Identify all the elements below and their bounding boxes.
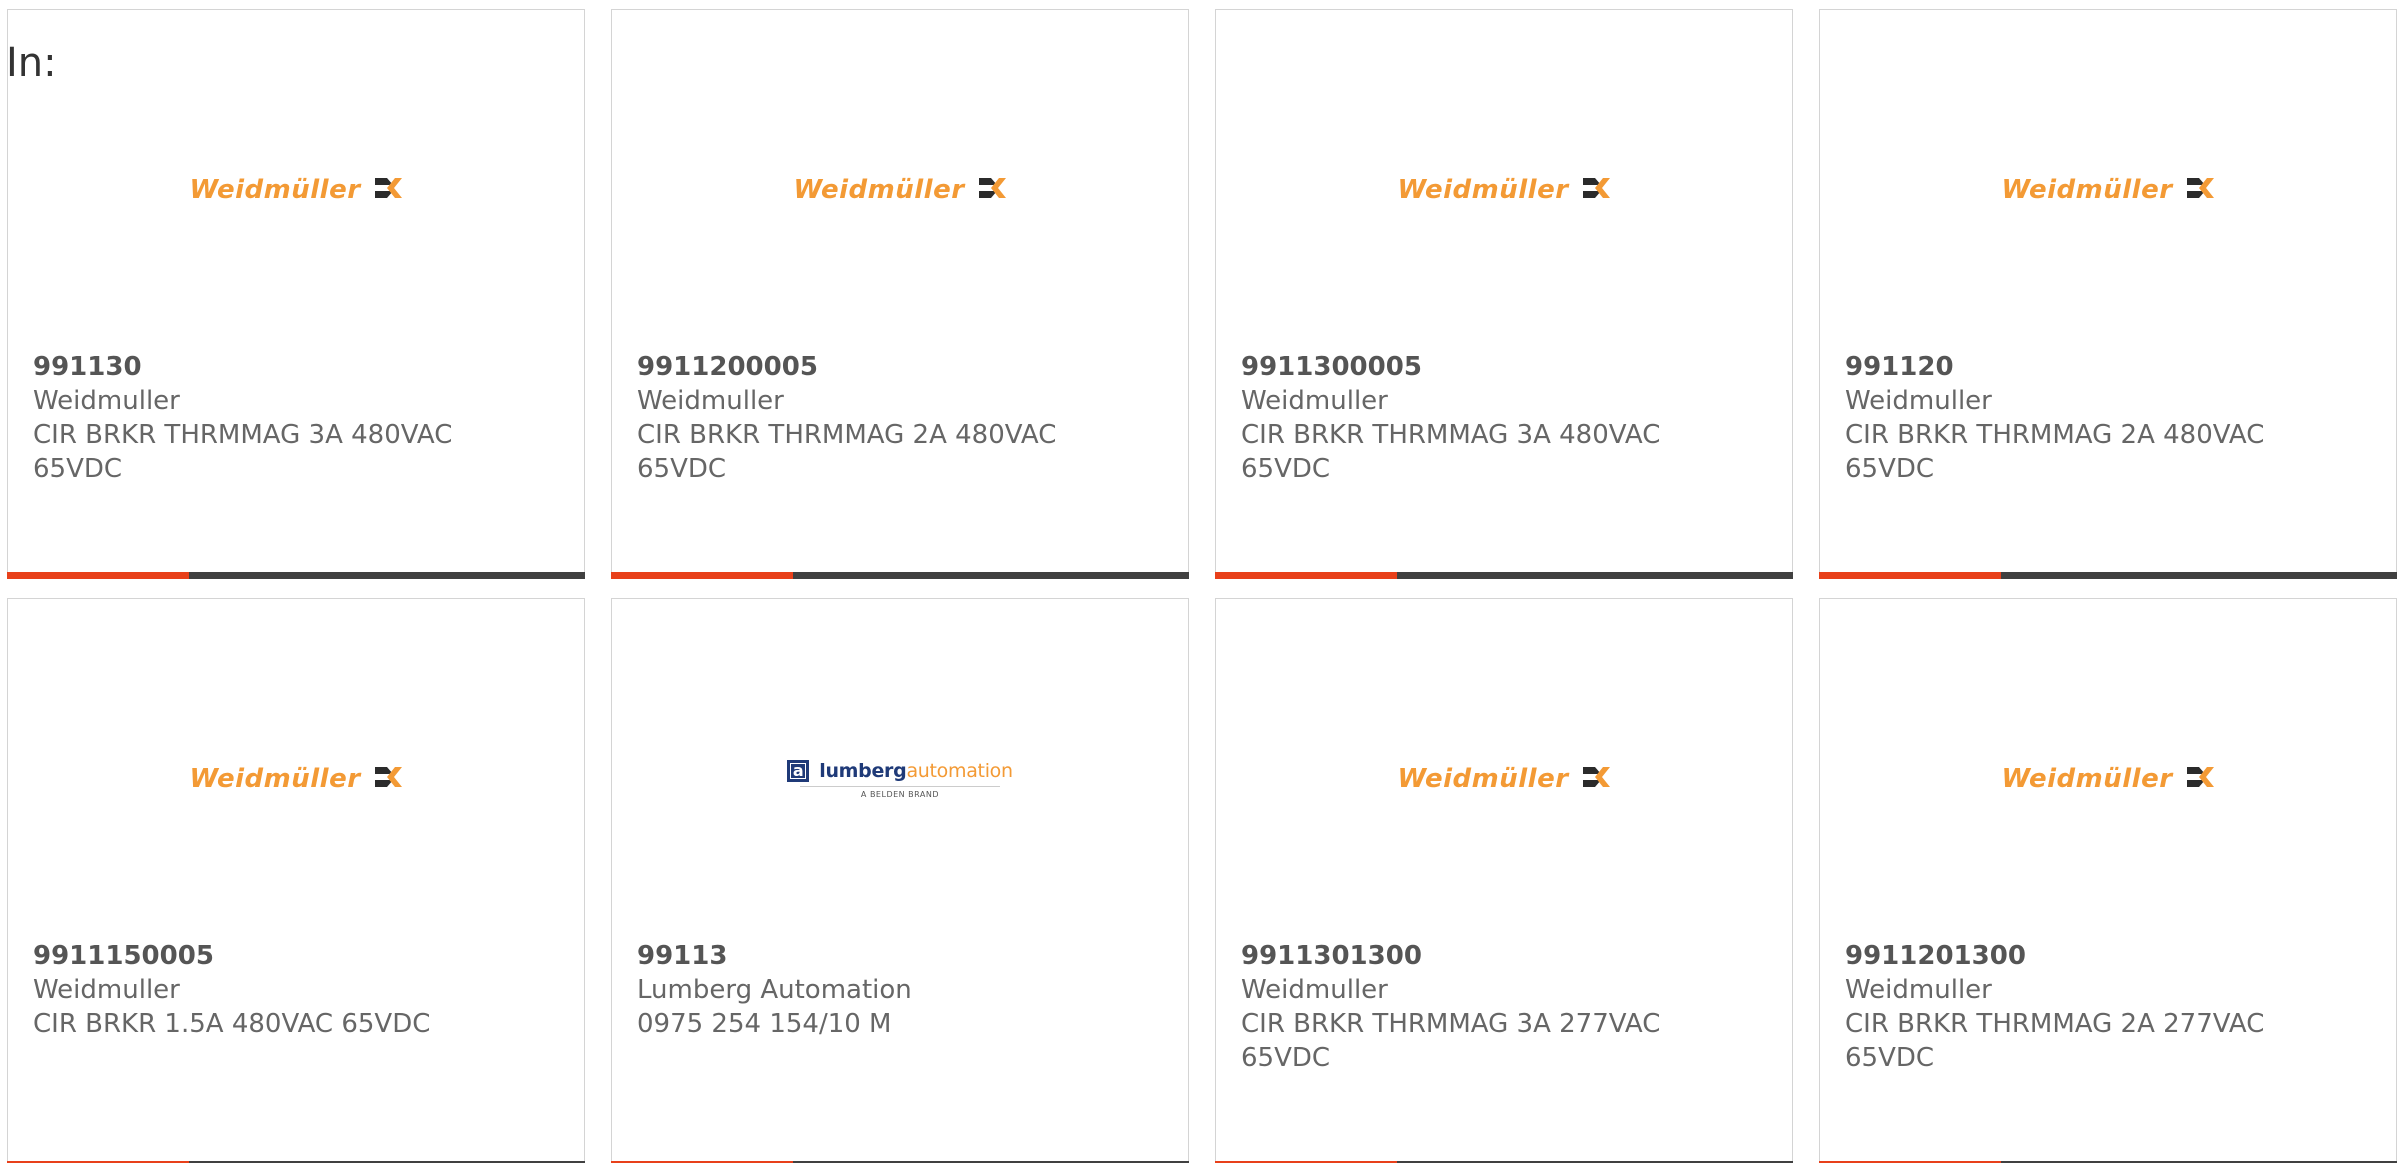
lumberg-wordmark-a: lumberg <box>819 759 907 782</box>
product-info: 9911300005 Weidmuller CIR BRKR THRMMAG 3A … <box>1241 350 1772 486</box>
product-image: Weidmüller <box>8 747 584 811</box>
card-bar-accent <box>1819 572 2001 579</box>
part-number[interactable]: 9911301300 <box>1241 939 1772 973</box>
weidmuller-logo: Weidmüller <box>1397 175 1610 205</box>
product-card[interactable]: Weidmüller 991130 Weidmuller CIR BRKR THRM… <box>7 9 585 579</box>
manufacturer-name: Weidmuller <box>1241 975 1388 1005</box>
card-bottom-bar <box>1819 572 2397 579</box>
product-image: Weidmüller <box>8 158 584 222</box>
product-description: CIR BRKR 1.5A 480VAC 65VDC <box>33 1009 431 1039</box>
weidmuller-wordmark: Weidmüller <box>793 175 965 205</box>
weidmuller-logo-icon <box>977 175 1007 205</box>
card-bottom-bar <box>7 572 585 579</box>
product-description: CIR BRKR THRMMAG 3A 480VAC 65VDC <box>1241 420 1661 484</box>
weidmuller-wordmark: Weidmüller <box>1397 764 1569 794</box>
card-bar-accent <box>611 572 793 579</box>
weidmuller-logo: Weidmüller <box>793 175 1006 205</box>
product-info: 99113 Lumberg Automation 0975 254 154/10 M <box>637 939 1168 1041</box>
card-bar-accent <box>7 572 189 579</box>
manufacturer-name: Weidmuller <box>1241 386 1388 416</box>
manufacturer-name: Lumberg Automation <box>637 975 912 1005</box>
product-card[interactable]: Weidmüller 9911150005 Weidmuller CIR BRKR … <box>7 598 585 1163</box>
weidmuller-logo-icon <box>1581 764 1611 794</box>
part-number[interactable]: 9911201300 <box>1845 939 2376 973</box>
card-bottom-bar <box>1215 572 1793 579</box>
product-info: 9911201300 Weidmuller CIR BRKR THRMMAG 2A … <box>1845 939 2376 1075</box>
product-image: a lumbergautomation A BELDEN BRAND <box>612 747 1188 811</box>
manufacturer-name: Weidmuller <box>1845 386 1992 416</box>
part-number[interactable]: 991120 <box>1845 350 2376 384</box>
manufacturer-name: Weidmuller <box>33 386 180 416</box>
weidmuller-logo-icon <box>2185 175 2215 205</box>
product-image: Weidmüller <box>1216 158 1792 222</box>
weidmuller-wordmark: Weidmüller <box>2001 175 2173 205</box>
product-card[interactable]: Weidmüller 9911200005 Weidmuller CIR BRKR … <box>611 9 1189 579</box>
product-card[interactable]: Weidmüller 9911301300 Weidmuller CIR BRKR … <box>1215 598 1793 1163</box>
product-description: CIR BRKR THRMMAG 3A 277VAC 65VDC <box>1241 1009 1661 1073</box>
lumberg-logo: a lumbergautomation A BELDEN BRAND <box>787 759 1013 799</box>
manufacturer-name: Weidmuller <box>33 975 180 1005</box>
weidmuller-logo-icon <box>2185 764 2215 794</box>
weidmuller-logo-icon <box>1581 175 1611 205</box>
weidmuller-logo-icon <box>373 764 403 794</box>
part-number[interactable]: 99113 <box>637 939 1168 973</box>
product-description: 0975 254 154/10 M <box>637 1009 892 1039</box>
weidmuller-wordmark: Weidmüller <box>189 175 361 205</box>
product-card[interactable]: Weidmüller 991120 Weidmuller CIR BRKR THRM… <box>1819 9 2397 579</box>
product-description: CIR BRKR THRMMAG 3A 480VAC 65VDC <box>33 420 453 484</box>
product-image: Weidmüller <box>1820 158 2396 222</box>
product-info: 9911150005 Weidmuller CIR BRKR 1.5A 480VAC… <box>33 939 564 1041</box>
product-info: 991120 Weidmuller CIR BRKR THRMMAG 2A 480V… <box>1845 350 2376 486</box>
product-description: CIR BRKR THRMMAG 2A 480VAC 65VDC <box>1845 420 2265 484</box>
lumberg-tagline: A BELDEN BRAND <box>799 785 1000 799</box>
product-card[interactable]: Weidmüller 9911201300 Weidmuller CIR BRKR … <box>1819 598 2397 1163</box>
card-bottom-bar <box>611 572 1189 579</box>
weidmuller-wordmark: Weidmüller <box>2001 764 2173 794</box>
part-number[interactable]: 991130 <box>33 350 564 384</box>
manufacturer-name: Weidmuller <box>1845 975 1992 1005</box>
weidmuller-wordmark: Weidmüller <box>189 764 361 794</box>
part-number[interactable]: 9911150005 <box>33 939 564 973</box>
weidmuller-wordmark: Weidmüller <box>1397 175 1569 205</box>
product-info: 991130 Weidmuller CIR BRKR THRMMAG 3A 480V… <box>33 350 564 486</box>
part-number[interactable]: 9911200005 <box>637 350 1168 384</box>
lumberg-wordmark-b: automation <box>906 759 1013 782</box>
product-image: Weidmüller <box>1216 747 1792 811</box>
in-label: In: <box>6 40 57 86</box>
product-info: 9911301300 Weidmuller CIR BRKR THRMMAG 3A … <box>1241 939 1772 1075</box>
manufacturer-name: Weidmuller <box>637 386 784 416</box>
lumberg-logo-icon: a <box>787 759 810 782</box>
product-description: CIR BRKR THRMMAG 2A 277VAC 65VDC <box>1845 1009 2265 1073</box>
weidmuller-logo: Weidmüller <box>1397 764 1610 794</box>
product-card[interactable]: a lumbergautomation A BELDEN BRAND 99113… <box>611 598 1189 1163</box>
product-card[interactable]: Weidmüller 9911300005 Weidmuller CIR BRKR … <box>1215 9 1793 579</box>
product-image: Weidmüller <box>612 158 1188 222</box>
card-bar-accent <box>1215 572 1397 579</box>
product-grid: Weidmüller 991130 Weidmuller CIR BRKR THRM… <box>7 9 2397 1163</box>
weidmuller-logo-icon <box>373 175 403 205</box>
product-image: Weidmüller <box>1820 747 2396 811</box>
product-description: CIR BRKR THRMMAG 2A 480VAC 65VDC <box>637 420 1057 484</box>
weidmuller-logo: Weidmüller <box>189 175 402 205</box>
product-results-page: In: Weidmüller 991130 Weidmuller CIR BRKR … <box>0 0 2400 1163</box>
weidmuller-logo: Weidmüller <box>189 764 402 794</box>
part-number[interactable]: 9911300005 <box>1241 350 1772 384</box>
product-info: 9911200005 Weidmuller CIR BRKR THRMMAG 2A … <box>637 350 1168 486</box>
weidmuller-logo: Weidmüller <box>2001 764 2214 794</box>
weidmuller-logo: Weidmüller <box>2001 175 2214 205</box>
